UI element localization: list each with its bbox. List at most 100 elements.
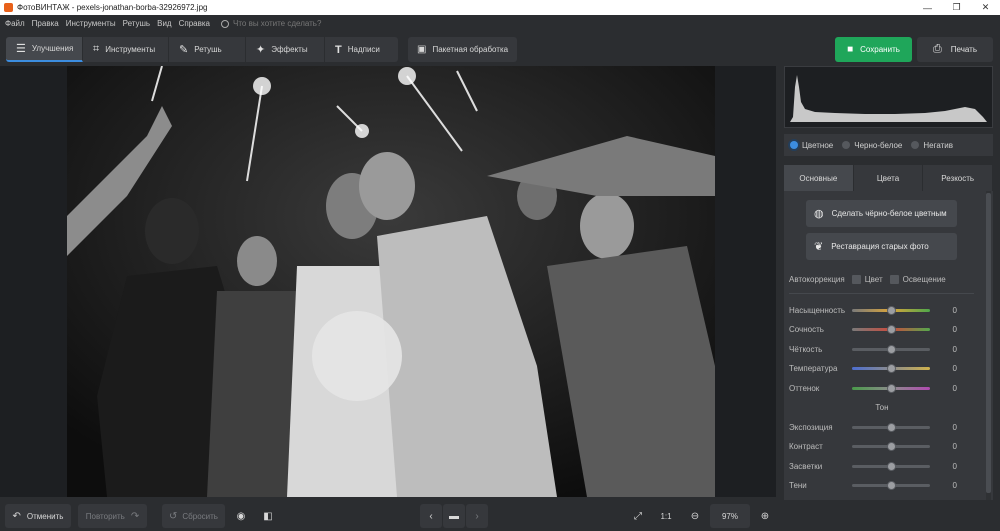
tab-effects[interactable]: ✦ Эффекты — [246, 37, 325, 62]
window-controls: — ❐ ✕ — [913, 0, 1000, 15]
photo-preview[interactable] — [67, 66, 715, 497]
batch-label: Пакетная обработка — [432, 45, 509, 54]
slider-track[interactable] — [852, 305, 930, 315]
slider-knob[interactable] — [887, 461, 896, 471]
images-icon: ▣ — [417, 44, 427, 55]
printer-icon: ⎙ — [932, 43, 942, 55]
zoom-field[interactable]: 97% — [710, 504, 750, 528]
slider-value: 0 — [952, 325, 957, 334]
slider-track[interactable] — [852, 461, 930, 471]
prev-image-button[interactable]: ‹ — [420, 504, 442, 528]
tab-label: Надписи — [347, 45, 380, 54]
slider-label: Сочность — [789, 325, 824, 334]
slider-knob[interactable] — [887, 344, 896, 354]
folder-icon: ▬ — [449, 510, 459, 522]
tab-basic[interactable]: Основные — [784, 165, 853, 191]
slider-label: Экспозиция — [789, 422, 833, 432]
slider-track[interactable] — [852, 422, 930, 432]
actual-size-button[interactable]: 1:1 — [655, 504, 677, 528]
canvas-area[interactable] — [0, 66, 776, 497]
mode-negative[interactable]: Негатив — [911, 141, 953, 150]
tab-tools[interactable]: ⌗ Инструменты — [83, 37, 169, 62]
search-input[interactable]: Что вы хотите сделать? — [233, 19, 321, 28]
zoom-out-button[interactable]: ⊖ — [684, 504, 706, 528]
slider-knob[interactable] — [887, 364, 896, 373]
palette-icon: ◍ — [814, 208, 824, 220]
zoom-value: 97% — [721, 511, 738, 521]
compare-button[interactable]: ◧ — [257, 504, 279, 528]
open-folder-button[interactable]: ▬ — [443, 504, 465, 528]
restore-button[interactable]: ❦ Реставрация старых фото — [806, 233, 957, 260]
tab-text[interactable]: T Надписи — [325, 37, 398, 62]
colorize-button[interactable]: ◍ Сделать чёрно-белое цветным — [806, 200, 957, 227]
preview-button[interactable]: ◉ — [230, 504, 252, 528]
slider-value: 0 — [952, 383, 957, 393]
title-bar: ФотоВИНТАЖ - pexels-jonathan-borba-32926… — [0, 0, 1000, 15]
scrollbar-thumb[interactable] — [986, 193, 991, 493]
menu-tools[interactable]: Инструменты — [66, 19, 116, 28]
panel-scrollbar[interactable] — [986, 191, 991, 500]
minus-icon: ⊖ — [690, 510, 700, 522]
chevron-right-icon: › — [475, 510, 479, 522]
slider-track[interactable] — [852, 344, 930, 354]
color-checkbox[interactable] — [851, 275, 861, 284]
slider-track[interactable] — [852, 325, 930, 334]
batch-processing-button[interactable]: ▣ Пакетная обработка — [408, 37, 518, 62]
slider-knob[interactable] — [887, 325, 896, 334]
menu-edit[interactable]: Правка — [32, 19, 59, 28]
menu-help[interactable]: Справка — [179, 19, 210, 28]
window-title: ФотоВИНТАЖ - pexels-jonathan-borba-32926… — [17, 3, 208, 12]
menu-retouch[interactable]: Ретушь — [123, 19, 151, 28]
main-toolbar: ☰ Улучшения ⌗ Инструменты ✎ Ретушь ✦ Эфф… — [0, 33, 1000, 65]
mode-bw[interactable]: Черно-белое — [842, 141, 902, 150]
slider-row: Оттенок 0 — [789, 382, 989, 394]
next-image-button[interactable]: › — [466, 504, 488, 528]
close-icon[interactable]: ✕ — [971, 0, 1000, 15]
slider-value: 0 — [952, 461, 957, 471]
slider-row: Насыщенность 0 — [789, 304, 989, 316]
tab-sharpness[interactable]: Резкость — [923, 165, 993, 191]
slider-label: Контраст — [789, 442, 823, 451]
slider-track[interactable] — [852, 383, 930, 393]
adjustments-panel: Цветное Черно-белое Негатив Основные Цве… — [781, 66, 1000, 529]
print-button[interactable]: ⎙ Печать — [917, 37, 993, 62]
slider-value: 0 — [952, 305, 957, 315]
reset-button[interactable]: ↺ Сбросить — [162, 504, 225, 528]
undo-button[interactable]: ↶ Отменить — [5, 504, 71, 528]
menu-search[interactable]: Что вы хотите сделать? — [220, 19, 321, 28]
slider-value: 0 — [952, 344, 957, 354]
slider-row: Контраст 0 — [789, 441, 989, 453]
slider-knob[interactable] — [887, 422, 896, 432]
menu-file[interactable]: Файл — [5, 19, 25, 28]
reset-icon: ↺ — [169, 510, 178, 522]
tab-retouch[interactable]: ✎ Ретушь — [169, 37, 246, 62]
slider-knob[interactable] — [887, 481, 896, 490]
save-button[interactable]: ■ Сохранить — [835, 37, 912, 62]
slider-knob[interactable] — [887, 442, 896, 451]
maximize-icon[interactable]: ❐ — [942, 0, 971, 15]
menu-view[interactable]: Вид — [157, 19, 171, 28]
mode-color[interactable]: Цветное — [790, 141, 833, 150]
tab-enhancements[interactable]: ☰ Улучшения — [6, 37, 83, 62]
panel-tabs: Основные Цвета Резкость — [784, 165, 993, 191]
tab-label: Улучшения — [31, 44, 74, 53]
zoom-in-button[interactable]: ⊕ — [754, 504, 776, 528]
slider-row: Сочность 0 — [789, 324, 989, 336]
undo-icon: ↶ — [12, 510, 21, 522]
lighting-checkbox[interactable] — [889, 275, 899, 284]
bottom-bar: ↶ Отменить Повторить ↷ ↺ Сбросить ◉ ◧ ‹ … — [0, 500, 1000, 531]
minimize-icon[interactable]: — — [913, 0, 942, 15]
slider-label: Засветки — [789, 461, 823, 471]
text-icon: T — [335, 43, 342, 56]
slider-track[interactable] — [852, 364, 930, 373]
fit-screen-icon: ⤢ — [634, 510, 642, 522]
slider-track[interactable] — [852, 442, 930, 451]
slider-label: Температура — [789, 364, 838, 373]
fit-screen-button[interactable]: ⤢ — [627, 504, 649, 528]
slider-track[interactable] — [852, 481, 930, 490]
slider-knob[interactable] — [887, 383, 896, 393]
slider-knob[interactable] — [887, 305, 896, 315]
reset-label: Сбросить — [182, 511, 218, 521]
tab-colors[interactable]: Цвета — [853, 165, 923, 191]
redo-button[interactable]: Повторить ↷ — [78, 504, 147, 528]
